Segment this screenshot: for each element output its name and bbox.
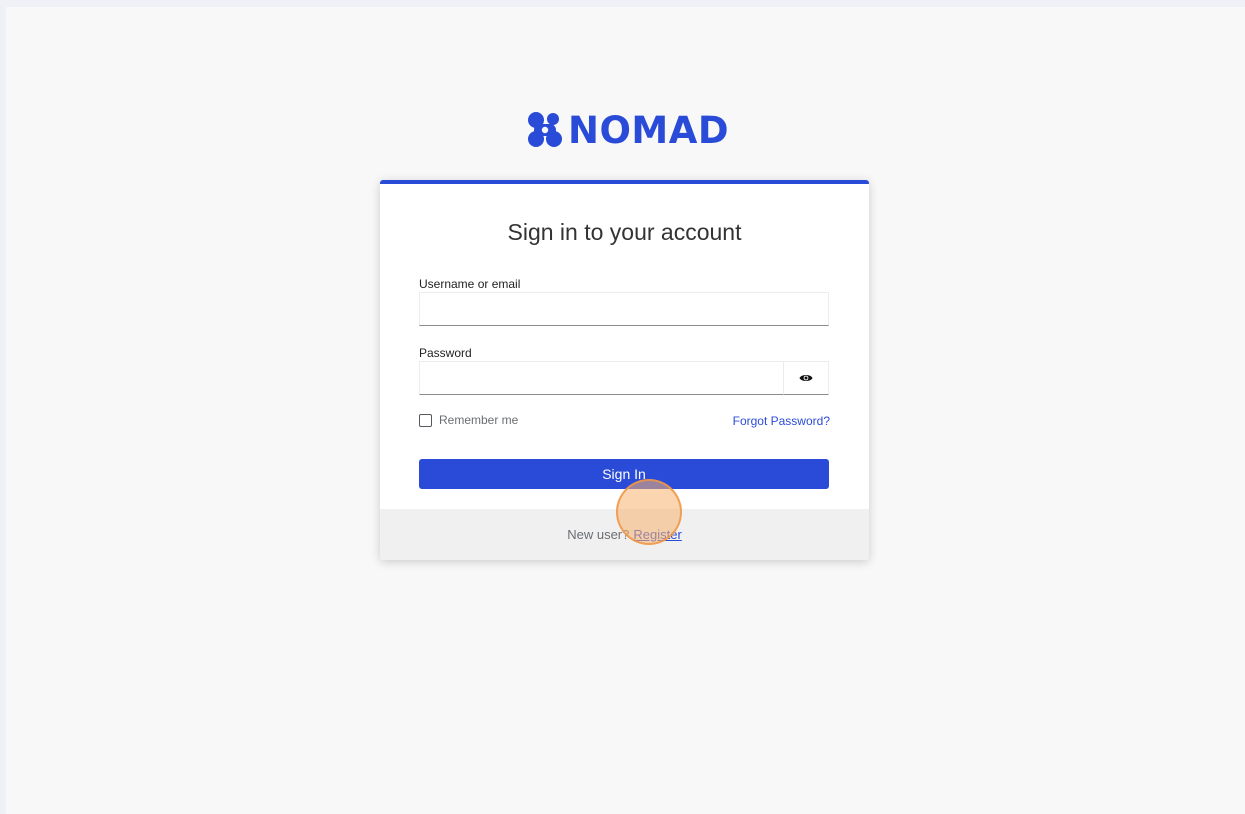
register-link[interactable]: Register xyxy=(633,527,681,542)
remember-me-checkbox[interactable] xyxy=(419,413,432,427)
username-input[interactable] xyxy=(419,292,829,326)
page-background: NOMAD Sign in to your account Username o… xyxy=(6,7,1245,814)
nomad-logo: NOMAD xyxy=(526,105,729,155)
forgot-password-link[interactable]: Forgot Password? xyxy=(733,414,830,428)
password-label: Password xyxy=(419,346,472,360)
password-field-group xyxy=(419,361,829,395)
login-card: Sign in to your account Username or emai… xyxy=(380,180,869,560)
register-footer: New user? Register xyxy=(380,509,869,560)
nomad-logo-icon xyxy=(528,112,562,147)
remember-me-label: Remember me xyxy=(439,413,519,427)
new-user-prompt: New user? xyxy=(567,527,630,542)
page-title: Sign in to your account xyxy=(507,219,742,245)
brand-name: NOMAD xyxy=(568,108,730,152)
show-password-button[interactable] xyxy=(783,361,829,395)
sign-in-button[interactable]: Sign In xyxy=(419,459,829,489)
eye-icon xyxy=(799,375,813,381)
username-label: Username or email xyxy=(419,277,521,291)
password-input[interactable] xyxy=(419,361,783,395)
remember-me-row[interactable]: Remember me xyxy=(419,413,518,427)
